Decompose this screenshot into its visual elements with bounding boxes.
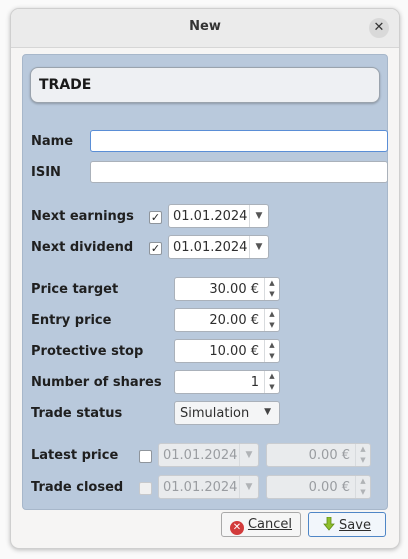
cancel-button-label: Cancel <box>247 517 293 532</box>
next-dividend-date-value: 01.01.2024 <box>173 240 248 255</box>
latest-price-date-value: 01.01.2024 <box>163 448 238 463</box>
trade-closed-value: 0.00 € <box>308 480 350 495</box>
next-dividend-checkbox[interactable]: ✓ <box>149 242 162 255</box>
stepper-arrows-icon[interactable]: ▲ ▼ <box>264 309 279 331</box>
new-dialog: New ✕ TRADE Name ISIN Next earnings ✓ 01… <box>10 8 400 549</box>
next-dividend-label: Next dividend <box>31 240 134 255</box>
price-target-label: Price target <box>31 282 119 297</box>
window-title: New <box>189 19 221 34</box>
trade-closed-date-value: 01.01.2024 <box>163 480 238 495</box>
trade-header: TRADE <box>30 67 380 103</box>
stepper-arrows-icon[interactable]: ▲ ▼ <box>264 340 279 362</box>
trade-status-label: Trade status <box>31 406 123 421</box>
protective-stop-value: 10.00 € <box>209 344 259 359</box>
isin-input[interactable] <box>90 161 388 183</box>
next-dividend-date[interactable]: 01.01.2024 ▼ <box>168 235 269 259</box>
latest-price-date[interactable]: 01.01.2024 ▼ <box>158 443 259 467</box>
latest-price-spinbox[interactable]: 0.00 € ▲ ▼ <box>266 443 371 467</box>
next-earnings-checkbox[interactable]: ✓ <box>149 211 162 224</box>
save-button-label: Save <box>339 518 371 533</box>
name-input[interactable] <box>90 130 388 152</box>
trade-closed-label: Trade closed <box>31 480 124 495</box>
chevron-down-icon[interactable]: ▼ <box>249 205 268 227</box>
stepper-arrows-icon[interactable]: ▲ ▼ <box>264 371 279 393</box>
chevron-down-icon[interactable]: ▼ <box>239 476 258 498</box>
number-of-shares-label: Number of shares <box>31 375 162 390</box>
next-earnings-date-value: 01.01.2024 <box>173 209 248 224</box>
save-arrow-icon <box>323 517 335 531</box>
save-button[interactable]: Save <box>308 512 386 537</box>
name-label: Name <box>31 134 74 149</box>
price-target-spinbox[interactable]: 30.00 € ▲ ▼ <box>174 277 280 301</box>
stepper-arrows-icon[interactable]: ▲ ▼ <box>264 278 279 300</box>
isin-label: ISIN <box>31 165 61 180</box>
trade-closed-date[interactable]: 01.01.2024 ▼ <box>158 475 259 499</box>
trade-form-panel: TRADE Name ISIN Next earnings ✓ 01.01.20… <box>22 54 388 510</box>
protective-stop-spinbox[interactable]: 10.00 € ▲ ▼ <box>174 339 280 363</box>
protective-stop-label: Protective stop <box>31 344 144 359</box>
next-earnings-date[interactable]: 01.01.2024 ▼ <box>168 204 269 228</box>
trade-status-value: Simulation <box>180 406 250 421</box>
close-icon[interactable]: ✕ <box>369 18 389 38</box>
chevron-down-icon[interactable]: ▼ <box>264 407 271 417</box>
latest-price-value: 0.00 € <box>308 448 350 463</box>
entry-price-value: 20.00 € <box>209 313 259 328</box>
trade-status-select[interactable]: Simulation ▼ <box>174 401 280 425</box>
trade-closed-spinbox[interactable]: 0.00 € ▲ ▼ <box>266 475 371 499</box>
entry-price-label: Entry price <box>31 313 112 328</box>
stepper-arrows-icon[interactable]: ▲ ▼ <box>355 444 370 466</box>
next-earnings-label: Next earnings <box>31 209 134 224</box>
price-target-value: 30.00 € <box>209 282 259 297</box>
stepper-arrows-icon[interactable]: ▲ ▼ <box>355 476 370 498</box>
latest-price-checkbox[interactable] <box>139 450 152 463</box>
trade-closed-checkbox[interactable] <box>139 482 152 495</box>
chevron-down-icon[interactable]: ▼ <box>249 236 268 258</box>
title-bar: New ✕ <box>11 9 399 48</box>
entry-price-spinbox[interactable]: 20.00 € ▲ ▼ <box>174 308 280 332</box>
cancel-icon: ✕ <box>229 521 244 535</box>
number-of-shares-spinbox[interactable]: 1 ▲ ▼ <box>174 370 280 394</box>
chevron-down-icon[interactable]: ▼ <box>239 444 258 466</box>
trade-header-label: TRADE <box>39 77 92 93</box>
cancel-button[interactable]: ✕ Cancel <box>221 512 301 537</box>
number-of-shares-value: 1 <box>250 375 259 390</box>
latest-price-label: Latest price <box>31 448 119 463</box>
